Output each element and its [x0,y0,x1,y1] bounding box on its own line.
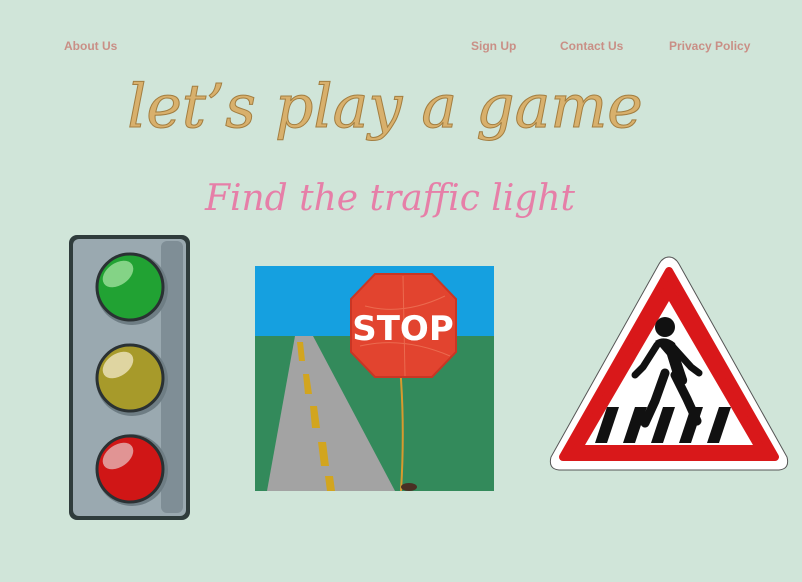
nav-privacy-policy[interactable]: Privacy Policy [669,39,750,53]
nav-about-us[interactable]: About Us [64,39,117,53]
nav-contact-us[interactable]: Contact Us [560,39,623,53]
pedestrian-crossing-image[interactable] [547,255,791,473]
nav-sign-up[interactable]: Sign Up [471,39,516,53]
traffic-light-image[interactable] [68,234,191,521]
stop-sign-text: STOP [352,309,454,349]
page-subtitle: Find the traffic light [204,178,576,219]
stop-sign-image[interactable]: STOP [255,266,494,491]
page-title: let’s play a game [127,72,644,143]
